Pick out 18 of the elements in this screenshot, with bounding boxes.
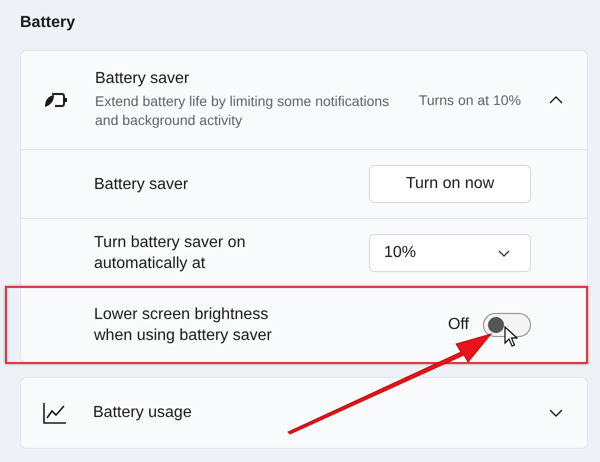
setting-description: Extend battery life by limiting some notifications and background activity bbox=[95, 92, 390, 130]
setting-label: Battery saver bbox=[94, 174, 190, 194]
turn-on-button[interactable]: Turn on now bbox=[369, 165, 531, 203]
setting-title: Battery usage bbox=[93, 404, 193, 422]
toggle-switch[interactable] bbox=[483, 313, 531, 337]
line-chart-icon bbox=[43, 402, 67, 424]
setting-label: Lower screen brightness when using battery saver bbox=[94, 305, 273, 346]
setting-title: Battery saver bbox=[95, 70, 190, 88]
cursor-icon bbox=[504, 326, 518, 348]
chevron-icon bbox=[498, 250, 510, 256]
setting-label: Turn battery saver on automatically at bbox=[94, 233, 246, 274]
section-heading: Battery bbox=[20, 14, 76, 33]
percent-dropdown[interactable]: 10% bbox=[369, 234, 531, 272]
chevron-icon[interactable] bbox=[549, 409, 563, 417]
battery-leaf-icon bbox=[43, 91, 69, 109]
chevron-icon[interactable] bbox=[549, 96, 563, 104]
status-text: Turns on at 10% bbox=[418, 92, 521, 108]
toggle-state-text: Off bbox=[448, 316, 469, 334]
